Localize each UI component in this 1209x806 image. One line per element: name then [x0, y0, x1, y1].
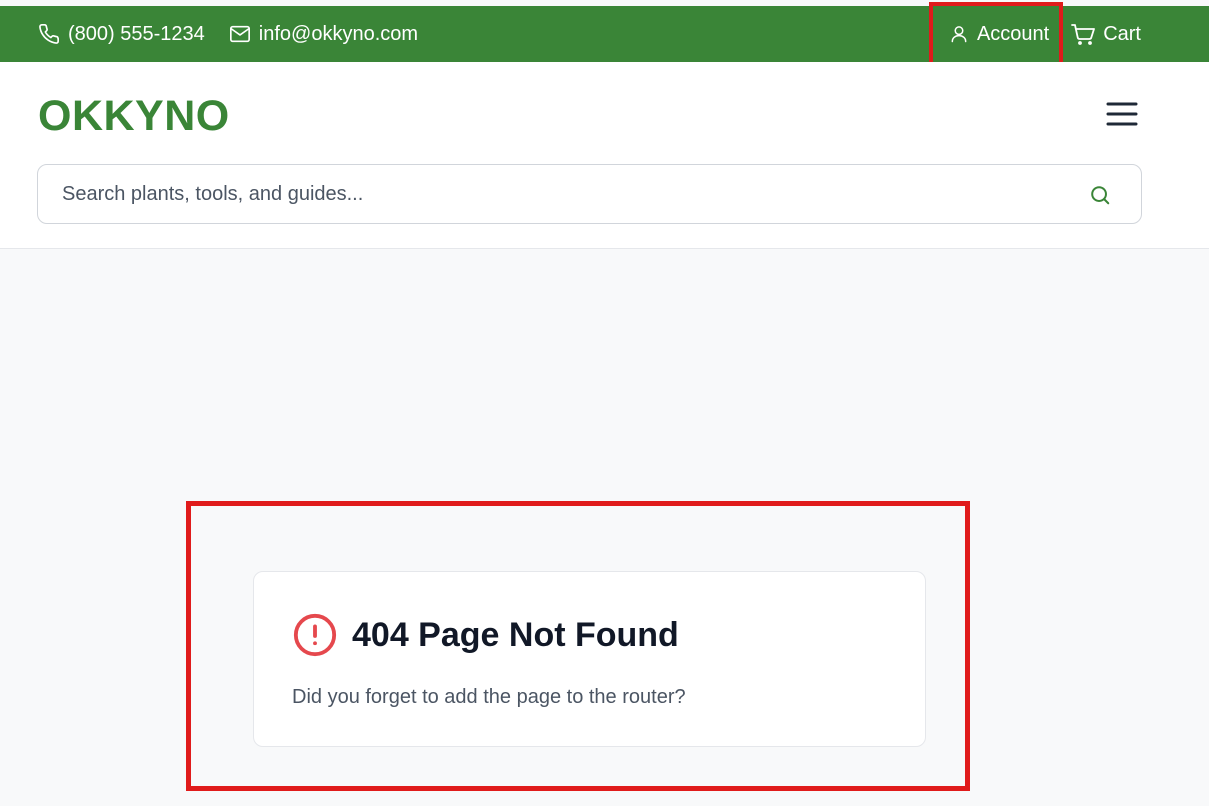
phone-number: (800) 555-1234 [68, 22, 205, 45]
cart-icon [1071, 22, 1096, 46]
cart-label: Cart [1103, 22, 1141, 45]
alert-circle-icon [292, 612, 338, 658]
error-card: 404 Page Not Found Did you forget to add… [253, 571, 926, 747]
search-bar [37, 164, 1142, 224]
phone-icon [38, 23, 60, 45]
site-logo[interactable]: OKKYNO [38, 92, 230, 141]
site-header: OKKYNO [0, 62, 1209, 249]
contact-info: (800) 555-1234 info@okkyno.com [38, 6, 418, 62]
cart-link[interactable]: Cart [1071, 22, 1141, 46]
mail-icon [229, 23, 251, 45]
search-icon[interactable] [1089, 184, 1111, 211]
error-title-row: 404 Page Not Found [292, 612, 679, 658]
error-title: 404 Page Not Found [352, 615, 679, 654]
email-link[interactable]: info@okkyno.com [229, 23, 418, 46]
menu-button[interactable] [1105, 100, 1141, 128]
hamburger-menu-icon [1105, 102, 1139, 132]
email-address: info@okkyno.com [258, 22, 419, 45]
search-input[interactable] [62, 165, 1062, 223]
error-message: Did you forget to add the page to the ro… [292, 686, 686, 708]
account-highlight-box [929, 2, 1063, 68]
phone-link[interactable]: (800) 555-1234 [38, 23, 205, 46]
